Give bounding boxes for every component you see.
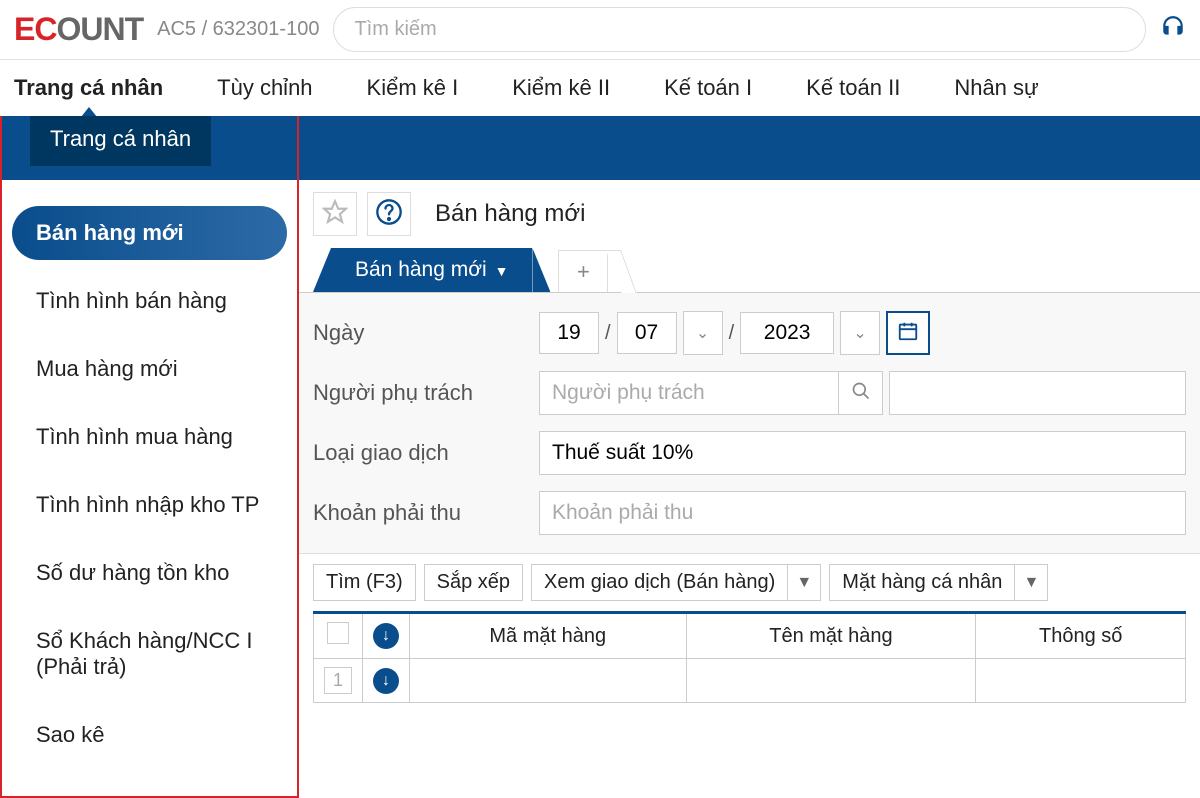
main-nav: Trang cá nhân Tùy chỉnh Kiểm kê I Kiểm k… [0, 60, 1200, 116]
items-table-wrap: ↓ Mã mặt hàng Tên mặt hàng Thông số ↓ [299, 611, 1200, 703]
receivable-input[interactable] [539, 491, 1186, 535]
table-row[interactable]: ↓ [314, 659, 1186, 703]
chevron-down-icon: ▼ [491, 263, 509, 279]
toolbar: Tìm (F3) Sắp xếp Xem giao dịch (Bán hàng… [299, 554, 1200, 611]
chevron-down-icon: ▼ [796, 574, 812, 592]
receivable-label: Khoản phải thu [313, 500, 539, 526]
account-code: AC5 / 632301-100 [157, 18, 319, 41]
sidebar-item-customer-ledger[interactable]: Sổ Khách hàng/NCC I (Phải trả) [12, 614, 287, 694]
person-search-button[interactable] [839, 371, 883, 415]
date-day-input[interactable] [539, 312, 599, 354]
tab-add-button[interactable]: + [558, 250, 608, 292]
personal-item-button[interactable]: Mặt hàng cá nhân [829, 564, 1014, 601]
nav-item-hr[interactable]: Nhân sự [954, 60, 1038, 116]
chevron-down-icon: ⌄ [696, 323, 709, 343]
view-transaction-button[interactable]: Xem giao dịch (Bán hàng) [531, 564, 787, 601]
help-icon [375, 198, 403, 231]
sidebar-header-tab: Trang cá nhân [30, 116, 211, 166]
calendar-icon [897, 320, 919, 347]
transaction-type-input[interactable] [539, 431, 1186, 475]
sidebar: Trang cá nhân Bán hàng mới Tình hình bán… [0, 116, 299, 798]
star-icon [322, 199, 348, 230]
header-action-cell: ↓ [363, 613, 410, 659]
search-icon [851, 381, 871, 406]
sidebar-item-new-purchase[interactable]: Mua hàng mới [12, 342, 287, 396]
tabs-row: Bán hàng mới ▼ + [299, 248, 1200, 293]
sidebar-item-new-sale[interactable]: Bán hàng mới [12, 206, 287, 260]
cell-item-code[interactable] [410, 659, 687, 703]
date-month-input[interactable] [617, 312, 677, 354]
top-bar: ECOUNT AC5 / 632301-100 [0, 0, 1200, 60]
form-area: Ngày / ⌄ / ⌄ Người phụ t [299, 293, 1200, 554]
search-wrap [333, 7, 1146, 52]
sidebar-item-stock-balance[interactable]: Số dư hàng tồn kho [12, 546, 287, 600]
calendar-button[interactable] [886, 311, 930, 355]
nav-item-customize[interactable]: Tùy chỉnh [217, 60, 312, 116]
nav-item-inventory1[interactable]: Kiểm kê I [367, 60, 459, 116]
logo[interactable]: ECOUNT [14, 12, 143, 48]
cell-item-name[interactable] [686, 659, 976, 703]
sidebar-item-statement[interactable]: Sao kê [12, 708, 287, 762]
header-checkbox-cell [314, 613, 363, 659]
nav-item-inventory2[interactable]: Kiểm kê II [512, 60, 610, 116]
person-extra-input[interactable] [889, 371, 1186, 415]
date-year-input[interactable] [740, 312, 834, 354]
help-button[interactable] [367, 192, 411, 236]
header-down-button[interactable]: ↓ [373, 623, 399, 649]
row-number-input[interactable] [324, 667, 352, 694]
search-input[interactable] [333, 7, 1146, 52]
chevron-down-icon: ⌄ [853, 323, 866, 343]
headset-icon[interactable] [1160, 14, 1186, 45]
header-spec[interactable]: Thông số [976, 613, 1186, 659]
header-item-name[interactable]: Tên mặt hàng [686, 613, 976, 659]
personal-item-dropdown[interactable]: ▼ [1014, 564, 1048, 601]
nav-item-personal[interactable]: Trang cá nhân [14, 60, 163, 116]
main-panel: Bán hàng mới Bán hàng mới ▼ + Ngày / ⌄ /… [299, 180, 1200, 798]
row-down-button[interactable]: ↓ [373, 668, 399, 694]
sidebar-item-purchase-status[interactable]: Tình hình mua hàng [12, 410, 287, 464]
find-button[interactable]: Tìm (F3) [313, 564, 416, 601]
sidebar-item-sales-status[interactable]: Tình hình bán hàng [12, 274, 287, 328]
person-label: Người phụ trách [313, 380, 539, 406]
tab-new-sale[interactable]: Bán hàng mới ▼ [331, 248, 532, 292]
view-transaction-dropdown[interactable]: ▼ [787, 564, 821, 601]
sidebar-item-warehouse-in[interactable]: Tình hình nhập kho TP [12, 478, 287, 532]
type-label: Loại giao dịch [313, 440, 539, 466]
sort-button[interactable]: Sắp xếp [424, 564, 523, 601]
favorite-button[interactable] [313, 192, 357, 236]
header-item-code[interactable]: Mã mặt hàng [410, 613, 687, 659]
cell-spec[interactable] [976, 659, 1186, 703]
page-header: Bán hàng mới [299, 180, 1200, 248]
nav-item-accounting2[interactable]: Kế toán II [806, 60, 900, 116]
page-title: Bán hàng mới [435, 200, 586, 228]
nav-item-accounting1[interactable]: Kế toán I [664, 60, 752, 116]
date-label: Ngày [313, 320, 539, 346]
chevron-down-icon: ▼ [1024, 574, 1040, 592]
items-table: ↓ Mã mặt hàng Tên mặt hàng Thông số ↓ [313, 611, 1186, 703]
month-dropdown-button[interactable]: ⌄ [683, 311, 723, 355]
year-dropdown-button[interactable]: ⌄ [840, 311, 880, 355]
person-input[interactable] [539, 371, 839, 415]
select-all-checkbox[interactable] [327, 622, 349, 644]
